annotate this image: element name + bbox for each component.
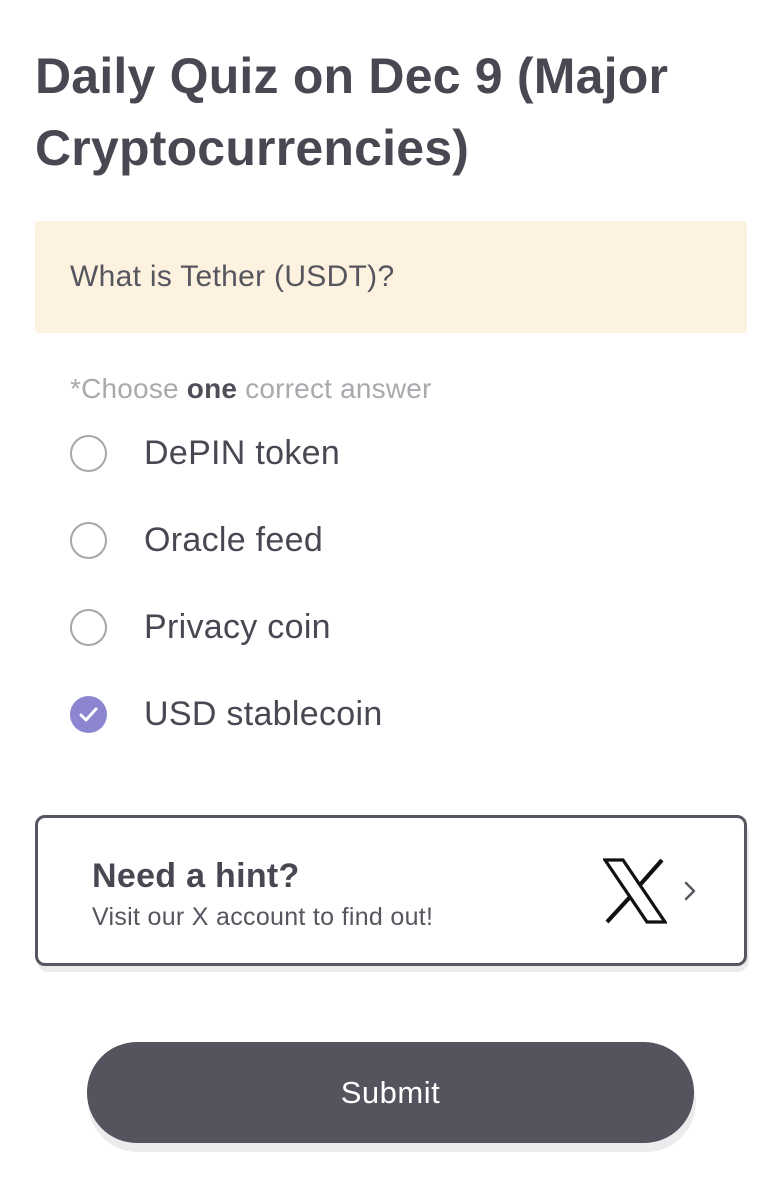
radio-unchecked-icon[interactable] bbox=[70, 522, 107, 559]
quiz-title: Daily Quiz on Dec 9 (Major Cryptocurrenc… bbox=[35, 48, 669, 176]
instruction-suffix: correct answer bbox=[237, 373, 432, 404]
radio-unchecked-icon[interactable] bbox=[70, 609, 107, 646]
instruction-emphasis: one bbox=[186, 373, 238, 404]
hint-subtitle: Visit our X account to find out! bbox=[92, 903, 434, 931]
chevron-right-icon[interactable] bbox=[682, 880, 698, 902]
answer-instruction: *Choose one correct answer bbox=[70, 372, 432, 406]
option-label: DePIN token bbox=[144, 434, 341, 472]
option-oracle-feed[interactable]: Oracle feed bbox=[68, 510, 708, 570]
question-text: What is Tether (USDT)? bbox=[70, 260, 395, 293]
hint-title: Need a hint? bbox=[92, 857, 300, 895]
question-box: What is Tether (USDT)? bbox=[35, 221, 747, 333]
radio-checked-icon[interactable] bbox=[70, 696, 107, 733]
hint-card[interactable]: Need a hint? Visit our X account to find… bbox=[35, 815, 747, 966]
submit-button[interactable]: Submit bbox=[87, 1042, 694, 1143]
instruction-prefix: *Choose bbox=[70, 373, 187, 404]
x-logo-icon bbox=[603, 858, 667, 924]
option-depin-token[interactable]: DePIN token bbox=[68, 423, 708, 483]
radio-unchecked-icon[interactable] bbox=[70, 435, 107, 472]
option-label: USD stablecoin bbox=[144, 695, 383, 733]
option-label: Oracle feed bbox=[144, 521, 324, 559]
checkmark-icon bbox=[79, 707, 98, 722]
quiz-page: Daily Quiz on Dec 9 (Major Cryptocurrenc… bbox=[0, 0, 781, 1200]
option-label: Privacy coin bbox=[144, 608, 331, 646]
option-privacy-coin[interactable]: Privacy coin bbox=[68, 597, 708, 657]
option-usd-stablecoin[interactable]: USD stablecoin bbox=[68, 684, 708, 744]
